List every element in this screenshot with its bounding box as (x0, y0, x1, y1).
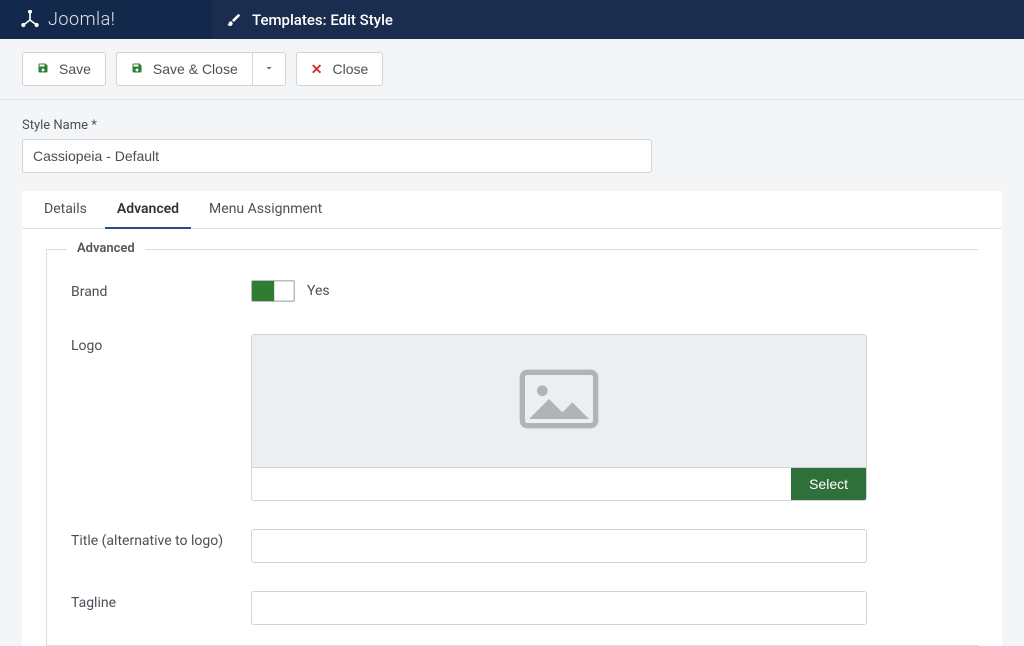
save-icon (131, 61, 143, 77)
close-button[interactable]: ✕ Close (296, 52, 384, 86)
brush-icon (226, 12, 242, 28)
tab-menu-assignment[interactable]: Menu Assignment (197, 191, 334, 229)
fieldset-legend: Advanced (67, 241, 145, 256)
logo-field-label: Logo (71, 334, 251, 354)
brand-section: Joomla! (0, 0, 212, 39)
save-button[interactable]: Save (22, 52, 106, 86)
style-name-label: Style Name * (22, 118, 1002, 133)
advanced-fieldset: Advanced Brand Yes Logo (46, 249, 978, 646)
tabs: Details Advanced Menu Assignment (22, 191, 1002, 229)
logo-path-input[interactable] (252, 468, 791, 500)
close-button-label: Close (332, 61, 368, 77)
save-close-button-label: Save & Close (153, 61, 238, 77)
brand-toggle[interactable] (251, 280, 295, 302)
save-dropdown-button[interactable] (252, 52, 286, 86)
tab-details[interactable]: Details (32, 191, 99, 229)
brand-name: Joomla! (48, 9, 115, 30)
save-close-button[interactable]: Save & Close (116, 52, 253, 86)
brand-field-label: Brand (71, 280, 251, 300)
tab-advanced[interactable]: Advanced (105, 191, 191, 229)
brand-toggle-value: Yes (307, 283, 330, 299)
title-input[interactable] (251, 529, 867, 563)
logo-preview[interactable] (252, 335, 866, 467)
title-field-label: Title (alternative to logo) (71, 529, 251, 549)
style-name-input[interactable] (22, 139, 652, 173)
save-icon (37, 61, 49, 77)
logo-media-picker: Select (251, 334, 867, 501)
close-icon: ✕ (311, 61, 323, 78)
save-button-label: Save (59, 61, 91, 77)
tagline-field-label: Tagline (71, 591, 251, 611)
page-title: Templates: Edit Style (252, 11, 393, 29)
page-title-bar: Templates: Edit Style (212, 0, 393, 39)
image-placeholder-icon (519, 369, 599, 433)
logo-select-button[interactable]: Select (791, 468, 866, 500)
tagline-input[interactable] (251, 591, 867, 625)
toggle-knob (274, 281, 294, 301)
toolbar: Save Save & Close ✕ Close (0, 39, 1024, 100)
joomla-logo-icon (20, 10, 40, 30)
chevron-down-icon (263, 61, 275, 77)
